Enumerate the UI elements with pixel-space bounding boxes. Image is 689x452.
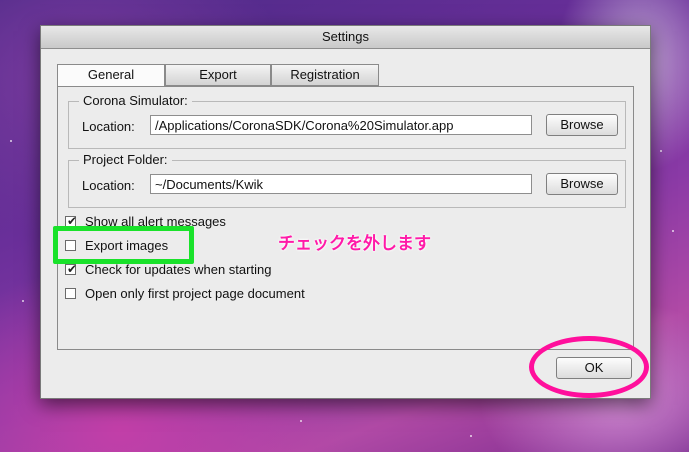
checkmark-icon: ✔ xyxy=(67,262,78,276)
group-title: Project Folder: xyxy=(79,152,172,167)
corona-location-field[interactable]: /Applications/CoronaSDK/Corona%20Simulat… xyxy=(150,115,532,135)
project-folder-group: Project Folder: Location: ~/Documents/Kw… xyxy=(68,152,626,208)
background-star xyxy=(10,140,12,142)
corona-simulator-group: Corona Simulator: Location: /Application… xyxy=(68,93,626,149)
background-star xyxy=(672,230,674,232)
checkbox[interactable] xyxy=(65,288,76,299)
background-star xyxy=(660,150,662,152)
group-title: Corona Simulator: xyxy=(79,93,192,108)
background-star xyxy=(22,300,24,302)
annotation-text: チェックを外します xyxy=(278,234,431,253)
background-star xyxy=(470,435,472,437)
corona-browse-button[interactable]: Browse xyxy=(546,114,618,136)
tab-registration[interactable]: Registration xyxy=(271,64,379,86)
project-location-field[interactable]: ~/Documents/Kwik xyxy=(150,174,532,194)
export-images-highlight xyxy=(53,226,194,264)
general-tab-panel: Corona Simulator: Location: /Application… xyxy=(57,86,634,350)
background-star xyxy=(300,420,302,422)
tab-general[interactable]: General xyxy=(57,64,165,87)
ok-highlight-ring xyxy=(529,336,649,398)
location-label: Location: xyxy=(82,178,135,193)
location-label: Location: xyxy=(82,119,135,134)
option-label: Open only first project page document xyxy=(85,286,305,301)
checkbox[interactable]: ✔ xyxy=(65,262,78,276)
project-browse-button[interactable]: Browse xyxy=(546,173,618,195)
tab-export[interactable]: Export xyxy=(165,64,271,86)
window-title: Settings xyxy=(41,26,650,49)
